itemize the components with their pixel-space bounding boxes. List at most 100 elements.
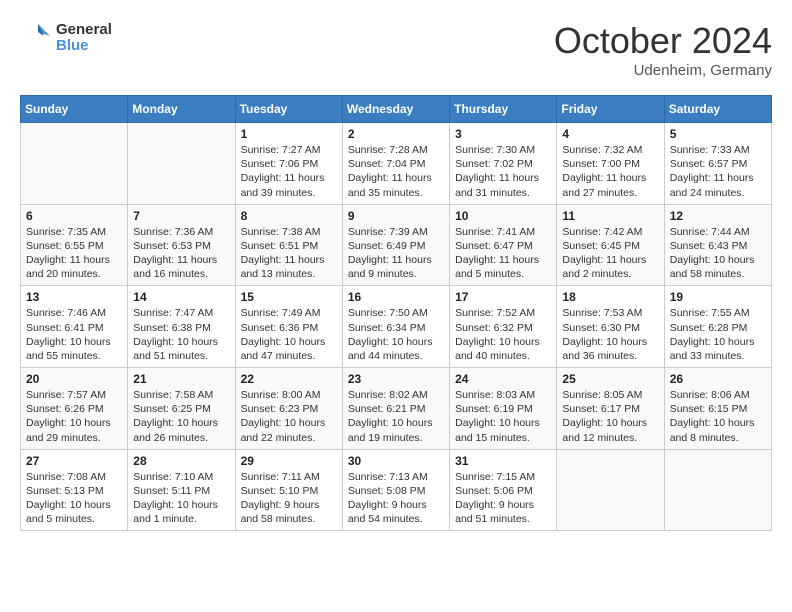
day-info: Sunrise: 7:38 AMSunset: 6:51 PMDaylight:… [241, 225, 337, 282]
day-number: 12 [670, 209, 766, 223]
day-number: 9 [348, 209, 444, 223]
calendar-cell: 2 Sunrise: 7:28 AMSunset: 7:04 PMDaylight… [342, 123, 449, 205]
calendar-cell: 21 Sunrise: 7:58 AMSunset: 6:25 PMDayligh… [128, 368, 235, 450]
calendar-week-row: 13 Sunrise: 7:46 AMSunset: 6:41 PMDayligh… [21, 286, 772, 368]
day-number: 6 [26, 209, 122, 223]
calendar-cell: 26Sunrise: 8:06 AMSunset: 6:15 PMDayligh… [664, 368, 771, 450]
day-info: Sunrise: 7:32 AMSunset: 7:00 PMDaylight:… [562, 143, 658, 200]
calendar-cell: 27 Sunrise: 7:08 AMSunset: 5:13 PMDayligh… [21, 449, 128, 531]
calendar-cell: 1 Sunrise: 7:27 AMSunset: 7:06 PMDaylight… [235, 123, 342, 205]
day-info: Sunrise: 7:39 AMSunset: 6:49 PMDaylight:… [348, 225, 444, 282]
day-info: Sunrise: 7:41 AMSunset: 6:47 PMDaylight:… [455, 225, 551, 282]
day-number: 1 [241, 127, 337, 141]
calendar-cell: 11Sunrise: 7:42 AMSunset: 6:45 PMDayligh… [557, 204, 664, 286]
calendar-cell: 17 Sunrise: 7:52 AMSunset: 6:32 PMDayligh… [450, 286, 557, 368]
calendar-cell: 15 Sunrise: 7:49 AMSunset: 6:36 PMDayligh… [235, 286, 342, 368]
calendar-cell: 6 Sunrise: 7:35 AMSunset: 6:55 PMDaylight… [21, 204, 128, 286]
calendar-week-row: 6 Sunrise: 7:35 AMSunset: 6:55 PMDaylight… [21, 204, 772, 286]
calendar-cell: 14 Sunrise: 7:47 AMSunset: 6:38 PMDayligh… [128, 286, 235, 368]
calendar-cell: 5 Sunrise: 7:33 AMSunset: 6:57 PMDaylight… [664, 123, 771, 205]
calendar-cell: 7 Sunrise: 7:36 AMSunset: 6:53 PMDaylight… [128, 204, 235, 286]
location: Udenheim, Germany [554, 62, 772, 79]
day-number: 17 [455, 290, 551, 304]
calendar-week-row: 27 Sunrise: 7:08 AMSunset: 5:13 PMDayligh… [21, 449, 772, 531]
logo: General Blue [20, 20, 112, 56]
day-info: Sunrise: 7:57 AMSunset: 6:26 PMDaylight:… [26, 388, 122, 445]
day-info: Sunrise: 7:55 AMSunset: 6:28 PMDaylight:… [670, 306, 766, 363]
day-info: Sunrise: 7:27 AMSunset: 7:06 PMDaylight:… [241, 143, 337, 200]
logo-blue-text: Blue [56, 38, 112, 55]
day-number: 22 [241, 372, 337, 386]
weekday-header: Tuesday [235, 96, 342, 123]
day-number: 27 [26, 454, 122, 468]
day-info: Sunrise: 8:00 AMSunset: 6:23 PMDaylight:… [241, 388, 337, 445]
day-info: Sunrise: 7:49 AMSunset: 6:36 PMDaylight:… [241, 306, 337, 363]
day-number: 8 [241, 209, 337, 223]
day-info: Sunrise: 8:06 AMSunset: 6:15 PMDaylight:… [670, 388, 766, 445]
calendar-cell: 10Sunrise: 7:41 AMSunset: 6:47 PMDayligh… [450, 204, 557, 286]
day-number: 14 [133, 290, 229, 304]
calendar-header-row: SundayMondayTuesdayWednesdayThursdayFrid… [21, 96, 772, 123]
day-info: Sunrise: 7:53 AMSunset: 6:30 PMDaylight:… [562, 306, 658, 363]
weekday-header: Friday [557, 96, 664, 123]
calendar-cell: 24 Sunrise: 8:03 AMSunset: 6:19 PMDayligh… [450, 368, 557, 450]
day-number: 23 [348, 372, 444, 386]
day-number: 13 [26, 290, 122, 304]
calendar-cell [664, 449, 771, 531]
calendar-cell: 18Sunrise: 7:53 AMSunset: 6:30 PMDayligh… [557, 286, 664, 368]
day-info: Sunrise: 7:10 AMSunset: 5:11 PMDaylight:… [133, 470, 229, 527]
day-number: 21 [133, 372, 229, 386]
calendar-cell: 22 Sunrise: 8:00 AMSunset: 6:23 PMDayligh… [235, 368, 342, 450]
day-info: Sunrise: 7:52 AMSunset: 6:32 PMDaylight:… [455, 306, 551, 363]
day-info: Sunrise: 7:08 AMSunset: 5:13 PMDaylight:… [26, 470, 122, 527]
day-info: Sunrise: 7:44 AMSunset: 6:43 PMDaylight:… [670, 225, 766, 282]
calendar-cell: 19 Sunrise: 7:55 AMSunset: 6:28 PMDayligh… [664, 286, 771, 368]
day-info: Sunrise: 7:28 AMSunset: 7:04 PMDaylight:… [348, 143, 444, 200]
day-info: Sunrise: 7:11 AMSunset: 5:10 PMDaylight:… [241, 470, 337, 527]
month-title: October 2024 [554, 20, 772, 62]
calendar-cell: 30Sunrise: 7:13 AMSunset: 5:08 PMDayligh… [342, 449, 449, 531]
calendar-table: SundayMondayTuesdayWednesdayThursdayFrid… [20, 95, 772, 531]
weekday-header: Monday [128, 96, 235, 123]
day-number: 2 [348, 127, 444, 141]
calendar-cell: 28Sunrise: 7:10 AMSunset: 5:11 PMDayligh… [128, 449, 235, 531]
calendar-cell: 3 Sunrise: 7:30 AMSunset: 7:02 PMDaylight… [450, 123, 557, 205]
weekday-header: Sunday [21, 96, 128, 123]
day-number: 16 [348, 290, 444, 304]
day-info: Sunrise: 8:03 AMSunset: 6:19 PMDaylight:… [455, 388, 551, 445]
day-info: Sunrise: 7:36 AMSunset: 6:53 PMDaylight:… [133, 225, 229, 282]
weekday-header: Saturday [664, 96, 771, 123]
day-info: Sunrise: 7:42 AMSunset: 6:45 PMDaylight:… [562, 225, 658, 282]
day-info: Sunrise: 8:02 AMSunset: 6:21 PMDaylight:… [348, 388, 444, 445]
day-number: 5 [670, 127, 766, 141]
calendar-cell: 12 Sunrise: 7:44 AMSunset: 6:43 PMDayligh… [664, 204, 771, 286]
day-info: Sunrise: 7:50 AMSunset: 6:34 PMDaylight:… [348, 306, 444, 363]
day-number: 19 [670, 290, 766, 304]
day-info: Sunrise: 7:30 AMSunset: 7:02 PMDaylight:… [455, 143, 551, 200]
day-info: Sunrise: 7:46 AMSunset: 6:41 PMDaylight:… [26, 306, 122, 363]
day-number: 20 [26, 372, 122, 386]
day-info: Sunrise: 7:35 AMSunset: 6:55 PMDaylight:… [26, 225, 122, 282]
calendar-cell: 8 Sunrise: 7:38 AMSunset: 6:51 PMDaylight… [235, 204, 342, 286]
day-info: Sunrise: 7:58 AMSunset: 6:25 PMDaylight:… [133, 388, 229, 445]
day-number: 7 [133, 209, 229, 223]
logo-bird-icon [20, 20, 56, 56]
day-number: 29 [241, 454, 337, 468]
day-info: Sunrise: 8:05 AMSunset: 6:17 PMDaylight:… [562, 388, 658, 445]
calendar-cell: 13 Sunrise: 7:46 AMSunset: 6:41 PMDayligh… [21, 286, 128, 368]
calendar-cell: 25Sunrise: 8:05 AMSunset: 6:17 PMDayligh… [557, 368, 664, 450]
day-number: 3 [455, 127, 551, 141]
calendar-cell: 23 Sunrise: 8:02 AMSunset: 6:21 PMDayligh… [342, 368, 449, 450]
calendar-cell: 20 Sunrise: 7:57 AMSunset: 6:26 PMDayligh… [21, 368, 128, 450]
day-info: Sunrise: 7:15 AMSunset: 5:06 PMDaylight:… [455, 470, 551, 527]
day-info: Sunrise: 7:47 AMSunset: 6:38 PMDaylight:… [133, 306, 229, 363]
day-info: Sunrise: 7:33 AMSunset: 6:57 PMDaylight:… [670, 143, 766, 200]
day-number: 15 [241, 290, 337, 304]
calendar-cell [128, 123, 235, 205]
day-number: 31 [455, 454, 551, 468]
weekday-header: Wednesday [342, 96, 449, 123]
calendar-cell: 31 Sunrise: 7:15 AMSunset: 5:06 PMDayligh… [450, 449, 557, 531]
calendar-cell: 16 Sunrise: 7:50 AMSunset: 6:34 PMDayligh… [342, 286, 449, 368]
day-number: 30 [348, 454, 444, 468]
day-number: 24 [455, 372, 551, 386]
